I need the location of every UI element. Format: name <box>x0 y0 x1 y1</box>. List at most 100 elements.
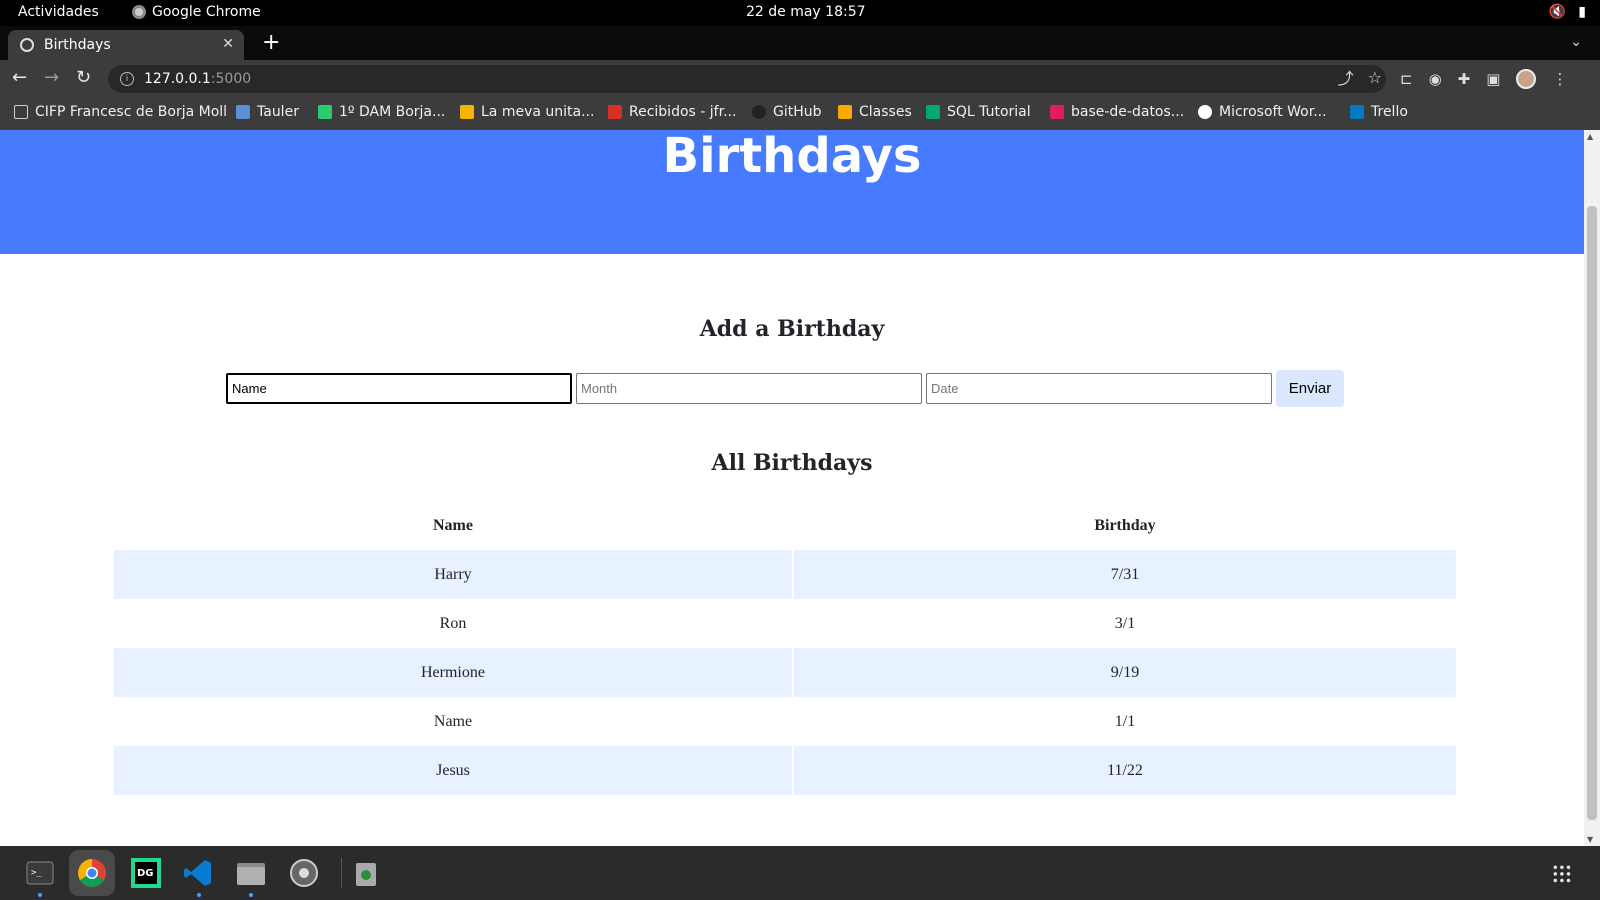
bookmark-label: La meva unita... <box>481 104 595 120</box>
back-button[interactable]: ← <box>12 68 27 88</box>
slack-icon <box>1050 105 1064 119</box>
omnibox-actions: ⤴ ☆ <box>1338 65 1382 89</box>
bookmark-item[interactable]: base-de-datos... <box>1050 104 1184 120</box>
bookmark-item[interactable]: CIFP Francesc de Borja Moll <box>14 104 227 120</box>
github-icon <box>752 105 766 119</box>
kebab-menu-icon[interactable]: ⋮ <box>1552 70 1567 88</box>
bookmark-item[interactable]: Tauler <box>236 104 299 120</box>
cell-name: Harry <box>114 550 792 599</box>
trello-icon <box>1350 105 1364 119</box>
drive-icon <box>460 105 474 119</box>
dock-separator <box>341 858 342 888</box>
new-tab-button[interactable]: + <box>262 30 280 56</box>
star-icon <box>318 105 332 119</box>
tab-search-icon[interactable]: ⌄ <box>1570 34 1582 50</box>
month-input[interactable] <box>576 373 922 404</box>
close-tab-icon[interactable]: ✕ <box>222 36 234 52</box>
scroll-up-icon[interactable]: ▲ <box>1587 132 1593 141</box>
cell-birthday: 9/19 <box>794 648 1456 697</box>
system-top-bar: Actividades Google Chrome 22 de may 18:5… <box>0 0 1600 26</box>
files-icon[interactable] <box>233 855 269 891</box>
bookmark-item[interactable]: Recibidos - jfr... <box>608 104 736 120</box>
forward-button[interactable]: → <box>44 68 59 88</box>
table-row: Harry 7/31 <box>114 550 1456 599</box>
column-header-birthday: Birthday <box>1094 517 1156 534</box>
cell-birthday: 1/1 <box>1114 712 1136 730</box>
trash-icon[interactable] <box>348 855 384 891</box>
url-host: 127.0.0.1 <box>144 71 211 87</box>
birthdays-table: Name Birthday Harry 7/31 Ron 3/1 Hermion… <box>112 502 1458 795</box>
vscode-icon[interactable] <box>180 855 216 891</box>
w3schools-icon <box>926 105 940 119</box>
browser-toolbar: ← → ↻ i 127.0.0.1:5000 ⤴ ☆ ⊏ ◉ ✚ ▣ ⋮ <box>0 60 1600 98</box>
page-title: Birthdays <box>662 130 922 184</box>
moodle-icon <box>236 105 250 119</box>
scroll-down-icon[interactable]: ▼ <box>1587 835 1593 844</box>
tab-strip: Birthdays ✕ + ⌄ <box>0 26 1600 60</box>
folder-icon <box>14 105 28 119</box>
bookmark-label: Microsoft Wor... <box>1219 104 1327 120</box>
cell-name: Ron <box>439 614 467 632</box>
bookmark-item[interactable]: SQL Tutorial <box>926 104 1031 120</box>
table-row: Hermione 9/19 <box>114 648 1456 697</box>
bookmark-label: CIFP Francesc de Borja Moll <box>35 104 228 120</box>
submit-button[interactable]: Enviar <box>1276 370 1344 407</box>
table-row: Jesus 11/22 <box>114 746 1456 795</box>
cell-name: Jesus <box>114 746 792 795</box>
app-menu[interactable]: Google Chrome <box>132 4 261 20</box>
scrollbar-thumb[interactable] <box>1587 206 1597 820</box>
address-bar[interactable]: i 127.0.0.1:5000 <box>108 65 1386 93</box>
system-tray[interactable]: 🔇 ▮ <box>1549 4 1586 20</box>
bookmark-item[interactable]: La meva unita... <box>460 104 594 120</box>
bookmark-label: Recibidos - jfr... <box>629 104 737 120</box>
svg-text:>_: >_ <box>31 868 42 878</box>
extension-icon[interactable]: ⊏ <box>1400 70 1413 88</box>
tab-title: Birthdays <box>44 37 111 53</box>
svg-text:DG: DG <box>137 868 154 879</box>
profile-avatar[interactable] <box>1516 69 1537 89</box>
terminal-icon[interactable]: >_ <box>22 855 58 891</box>
puzzle-icon[interactable]: ✚ <box>1458 70 1471 88</box>
add-birthday-heading: Add a Birthday <box>699 316 885 342</box>
bookmark-label: SQL Tutorial <box>947 104 1031 120</box>
bookmark-label: Classes <box>859 104 912 120</box>
clock[interactable]: 22 de may 18:57 <box>746 4 866 20</box>
browser-tab[interactable]: Birthdays ✕ <box>8 30 244 60</box>
table-row: Ron 3/1 <box>114 599 1456 648</box>
bookmark-item[interactable]: GitHub <box>752 104 822 120</box>
chrome-icon <box>132 5 146 19</box>
battery-icon[interactable]: ▮ <box>1578 4 1586 20</box>
extension-face-icon[interactable]: ◉ <box>1429 70 1442 88</box>
bookmark-star-icon[interactable]: ☆ <box>1368 68 1382 87</box>
cell-name: Name <box>433 712 473 730</box>
app-name-label: Google Chrome <box>152 4 261 20</box>
globe-icon <box>1198 105 1212 119</box>
page-scrollbar[interactable]: ▲ ▼ <box>1584 130 1600 846</box>
bookmark-label: Trello <box>1371 104 1408 120</box>
classroom-icon <box>838 105 852 119</box>
bookmark-item[interactable]: Microsoft Wor... <box>1198 104 1327 120</box>
settings-icon[interactable] <box>286 855 322 891</box>
date-input[interactable] <box>926 373 1272 404</box>
datagrip-icon[interactable]: DG <box>128 855 164 891</box>
side-panel-icon[interactable]: ▣ <box>1486 70 1500 88</box>
bookmark-label: 1º DAM Borja... <box>339 104 446 120</box>
chrome-icon[interactable] <box>69 850 115 896</box>
gmail-icon <box>608 105 622 119</box>
bookmark-item[interactable]: Trello <box>1350 104 1408 120</box>
bookmark-item[interactable]: Classes <box>838 104 912 120</box>
volume-muted-icon[interactable]: 🔇 <box>1549 4 1566 20</box>
bookmark-item[interactable]: 1º DAM Borja... <box>318 104 445 120</box>
activities-button[interactable]: Actividades <box>18 4 99 20</box>
name-input[interactable] <box>226 373 572 404</box>
site-info-icon[interactable]: i <box>120 72 134 86</box>
reload-button[interactable]: ↻ <box>76 68 91 88</box>
extensions-area: ⊏ ◉ ✚ ▣ ⋮ <box>1400 69 1567 89</box>
share-icon[interactable]: ⤴ <box>1338 65 1354 89</box>
globe-icon <box>20 38 34 52</box>
show-apps-icon[interactable] <box>1552 864 1572 884</box>
column-header-name: Name <box>433 517 473 534</box>
table-row: Name 1/1 <box>114 697 1456 746</box>
table-header-row: Name Birthday <box>114 502 1456 550</box>
cell-birthday: 11/22 <box>794 746 1456 795</box>
